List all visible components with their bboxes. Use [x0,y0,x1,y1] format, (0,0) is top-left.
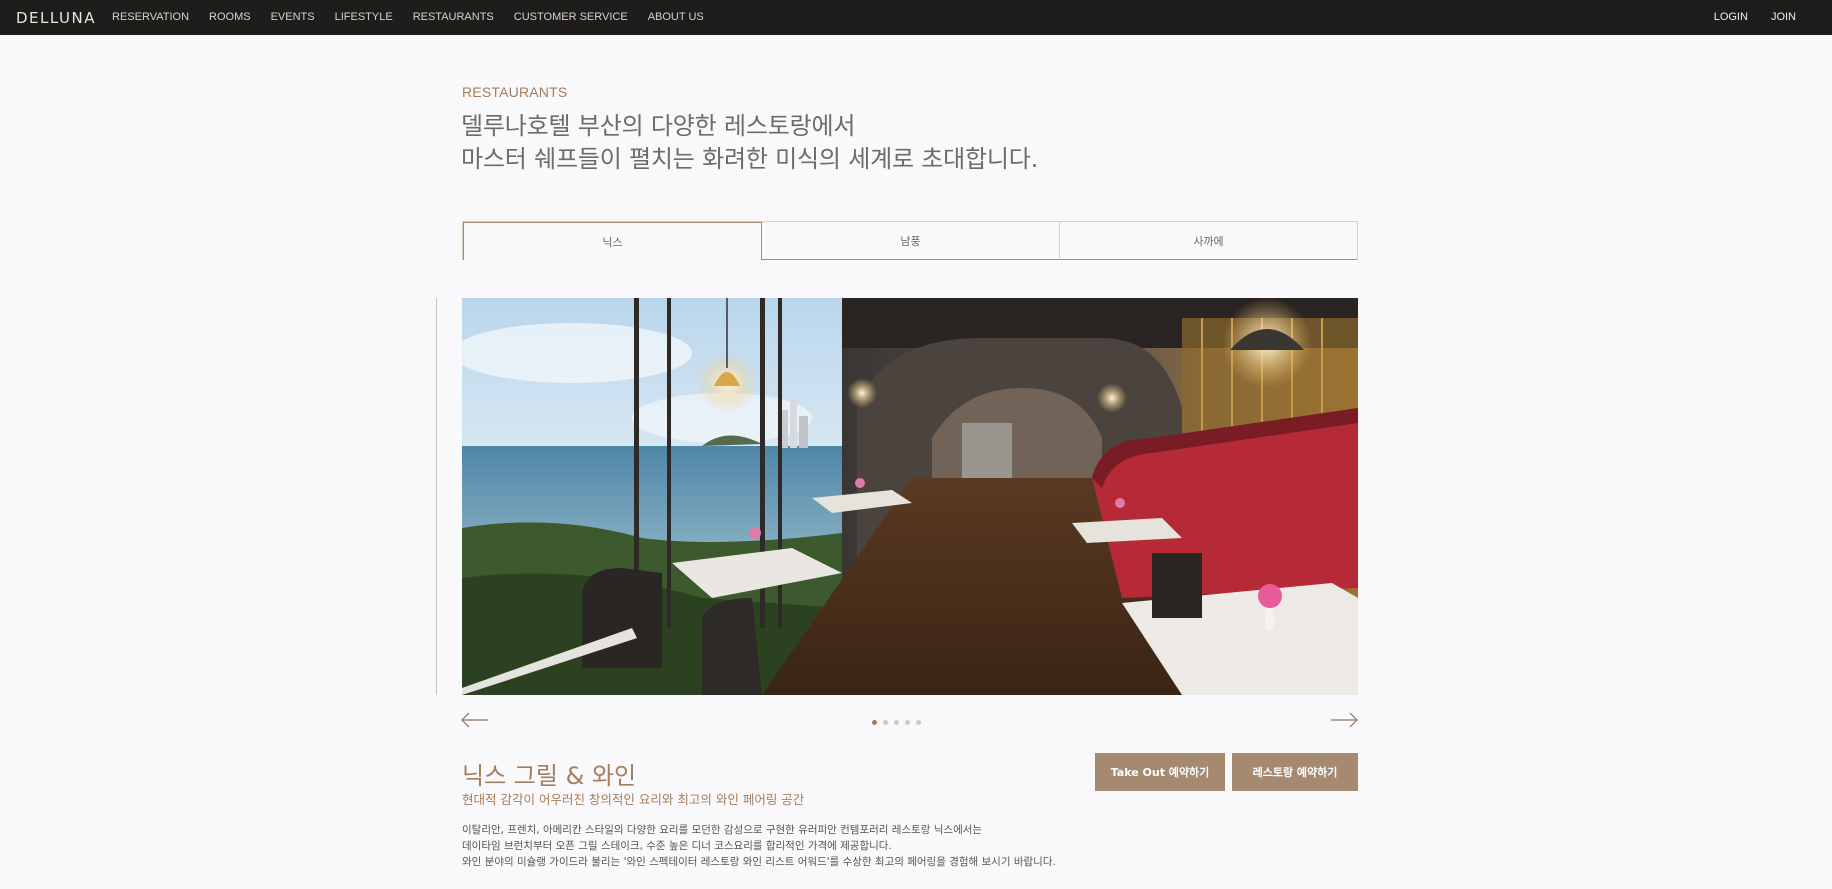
logo[interactable]: DELLUNA [16,9,96,27]
nav-item-restaurants[interactable]: RESTAURANTS [413,11,494,23]
slider-dot-4[interactable] [905,720,910,725]
slider-dot-3[interactable] [894,720,899,725]
restaurant-name: 닉스 그릴 & 와인 [462,762,637,790]
main-nav: RESERVATION ROOMS EVENTS LIFESTYLE RESTA… [112,11,724,23]
slider-dot-1[interactable] [872,720,877,725]
arrow-right-icon[interactable] [1330,712,1358,728]
auth-links: LOGIN JOIN [1691,11,1796,23]
headline-line-1: 델루나호텔 부산의 다양한 레스토랑에서 [461,112,856,140]
slider-dot-5[interactable] [916,720,921,725]
restaurant-slide-image [462,298,1358,695]
description-line-1: 이탈리안, 프렌치, 아메리칸 스타일의 다양한 요리를 모던한 감성으로 구현… [462,824,983,836]
join-link[interactable]: JOIN [1771,11,1796,23]
page-headline: 델루나호텔 부산의 다양한 레스토랑에서 마스터 쉐프들이 펼치는 화려한 미식… [461,110,1038,176]
takeout-reservation-button[interactable]: Take Out 예약하기 [1095,753,1225,791]
restaurant-reservation-button[interactable]: 레스토랑 예약하기 [1232,753,1358,791]
slider-dot-2[interactable] [883,720,888,725]
nav-item-events[interactable]: EVENTS [271,11,315,23]
restaurant-description: 이탈리안, 프렌치, 아메리칸 스타일의 다양한 요리를 모던한 감성으로 구현… [462,822,1056,870]
nav-item-rooms[interactable]: ROOMS [209,11,251,23]
nav-item-reservation[interactable]: RESERVATION [112,11,189,23]
arrow-left-icon[interactable] [461,712,489,728]
slider-pagination [872,720,927,725]
nav-item-customer-service[interactable]: CUSTOMER SERVICE [514,11,628,23]
description-line-3: 와인 분야의 미슐랭 가이드라 불리는 '와인 스펙테이터 레스토랑 와인 리스… [462,856,1056,868]
tab-nampung[interactable]: 남풍 [762,222,1060,260]
tab-sakae[interactable]: 사까에 [1060,222,1357,260]
nav-item-lifestyle[interactable]: LIFESTYLE [335,11,393,23]
headline-line-2: 마스터 쉐프들이 펼치는 화려한 미식의 세계로 초대합니다. [461,145,1039,173]
description-line-2: 데이타임 브런치부터 오픈 그릴 스테이크, 수준 높은 디너 코스요리를 합리… [462,840,892,852]
tab-nix[interactable]: 닉스 [463,222,762,260]
restaurant-tabs: 닉스 남풍 사까에 [462,221,1358,260]
restaurant-subtitle: 현대적 감각이 어우러진 창의적인 요리와 최고의 와인 페어링 공간 [462,792,805,807]
slider-divider [436,298,437,695]
top-navigation-bar: DELLUNA RESERVATION ROOMS EVENTS LIFESTY… [0,0,1832,35]
nav-item-about-us[interactable]: ABOUT US [648,11,704,23]
section-label: RESTAURANTS [462,84,568,100]
login-link[interactable]: LOGIN [1714,11,1748,23]
